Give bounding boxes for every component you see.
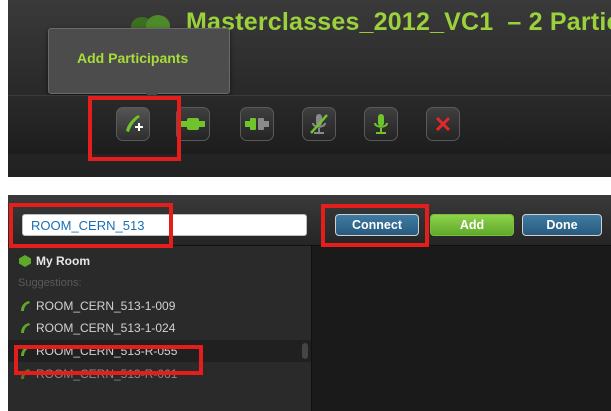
connect-button[interactable]: Connect: [335, 214, 419, 236]
tooltip-text: Add Participants: [77, 50, 189, 66]
participant-count: – 2 Participants: [507, 8, 611, 36]
room-phone-icon: [21, 369, 30, 379]
disconnect-plug-icon: [245, 118, 269, 130]
suggestion-label: ROOM_CERN_513-R-061: [36, 367, 178, 381]
suggestions-heading: Suggestions:: [8, 272, 311, 294]
disconnect-all-button[interactable]: [240, 107, 274, 141]
my-room-label: My Room: [36, 254, 90, 268]
mic-muted-icon: [310, 114, 328, 134]
done-button[interactable]: Done: [522, 214, 602, 236]
suggestions-label: Suggestions:: [18, 277, 82, 289]
mic-icon: [374, 114, 388, 134]
connect-plug-icon: [181, 118, 205, 130]
room-phone-icon: [21, 301, 30, 311]
suggestion-item[interactable]: ROOM_CERN_513-R-061: [8, 363, 311, 385]
remove-all-button[interactable]: [426, 107, 460, 141]
connect-all-button[interactable]: [176, 107, 210, 141]
conference-name: Masterclasses_2012_VC1: [186, 8, 494, 36]
add-participant-icon: [126, 115, 143, 132]
list-scrollbar[interactable]: [302, 343, 308, 359]
unmute-all-button[interactable]: [364, 107, 398, 141]
my-room-icon: [19, 255, 31, 267]
suggestion-label: ROOM_CERN_513-1-024: [36, 321, 176, 335]
suggestion-label: ROOM_CERN_513-R-055: [36, 344, 178, 358]
add-button[interactable]: Add: [430, 214, 514, 236]
room-list: My Room Suggestions: ROOM_CERN_513-1-009…: [8, 246, 312, 411]
close-x-icon: [435, 116, 451, 132]
room-search-bar: Connect Add Done: [8, 195, 611, 246]
my-room-item[interactable]: My Room: [8, 250, 311, 272]
conference-title: Masterclasses_2012_VC1 – 2 Participants: [186, 8, 611, 37]
room-phone-icon: [21, 346, 30, 356]
suggestion-item-selected[interactable]: ROOM_CERN_513-R-055: [8, 340, 311, 362]
room-phone-icon: [21, 323, 30, 333]
suggestion-item[interactable]: ROOM_CERN_513-1-024: [8, 317, 311, 339]
participants-area: [312, 246, 611, 411]
add-participants-tooltip: Add Participants: [48, 28, 230, 101]
add-participants-panel: Connect Add Done My Room Suggestions: RO…: [8, 195, 611, 411]
add-participants-button[interactable]: [116, 107, 150, 141]
conference-control-panel: Masterclasses_2012_VC1 – 2 Participants A…: [8, 0, 611, 177]
suggestion-label: ROOM_CERN_513-1-009: [36, 299, 176, 313]
suggestion-item[interactable]: ROOM_CERN_513-1-009: [8, 295, 311, 317]
mute-all-button[interactable]: [302, 107, 336, 141]
room-search-input[interactable]: [22, 214, 307, 236]
